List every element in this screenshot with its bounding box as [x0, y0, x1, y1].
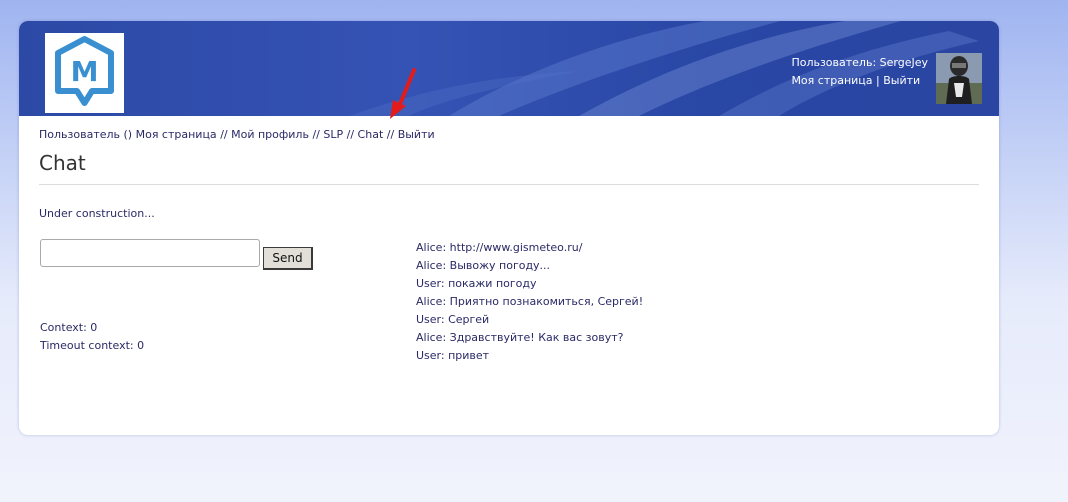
title-divider: [39, 184, 979, 185]
chat-message: Alice: Приятно познакомиться, Сергей!: [416, 295, 644, 308]
breadcrumb-separator: //: [346, 128, 355, 141]
user-box: Пользователь: SergeJey Моя страница | Вы…: [791, 54, 928, 90]
breadcrumb-my-page[interactable]: Моя страница: [136, 128, 217, 141]
breadcrumb-logout[interactable]: Выйти: [398, 128, 435, 141]
breadcrumb-separator: //: [220, 128, 228, 141]
breadcrumb-separator: //: [386, 128, 395, 141]
chat-message: Alice: Здравствуйте! Как вас зовут?: [416, 331, 624, 344]
context-info: Context: 0 Timeout context: 0: [40, 319, 144, 355]
chat-message: Alice: Вывожу погоду...: [416, 259, 551, 272]
page-title: Chat: [39, 151, 86, 175]
breadcrumb: Пользователь () Моя страница // Мой проф…: [39, 128, 435, 141]
header-banner: M Пользователь: SergeJey Моя страница | …: [19, 21, 999, 116]
logo-letter: M: [71, 55, 99, 88]
chat-message: User: привет: [416, 349, 490, 362]
breadcrumb-prefix: Пользователь (): [39, 128, 133, 141]
breadcrumb-slp[interactable]: SLP: [323, 128, 343, 141]
chat-log: Alice: http://www.gismeteo.ru/ Alice: Вы…: [416, 239, 643, 365]
avatar-image: [936, 53, 982, 104]
logout-link[interactable]: Выйти: [883, 74, 920, 87]
chat-message: User: покажи погоду: [416, 277, 537, 290]
user-links: Моя страница | Выйти: [791, 72, 928, 90]
message-input[interactable]: [40, 239, 260, 267]
context-label: Context: 0: [40, 321, 98, 334]
avatar[interactable]: [936, 53, 982, 104]
user-name: Пользователь: SergeJey: [791, 56, 928, 69]
breadcrumb-my-profile[interactable]: Мой профиль: [231, 128, 309, 141]
site-logo[interactable]: M: [45, 33, 124, 113]
breadcrumb-chat[interactable]: Chat: [358, 128, 384, 141]
breadcrumb-separator: //: [312, 128, 320, 141]
chat-message: Alice: http://www.gismeteo.ru/: [416, 241, 583, 254]
my-page-link[interactable]: Моя страница: [791, 74, 872, 87]
chat-message: User: Сергей: [416, 313, 490, 326]
page-card: M Пользователь: SergeJey Моя страница | …: [19, 21, 999, 435]
send-button[interactable]: Send: [263, 247, 313, 270]
user-links-separator: |: [876, 74, 880, 87]
construction-note: Under construction...: [39, 207, 155, 220]
timeout-context-label: Timeout context: 0: [40, 339, 145, 352]
logo-icon: M: [55, 36, 114, 106]
